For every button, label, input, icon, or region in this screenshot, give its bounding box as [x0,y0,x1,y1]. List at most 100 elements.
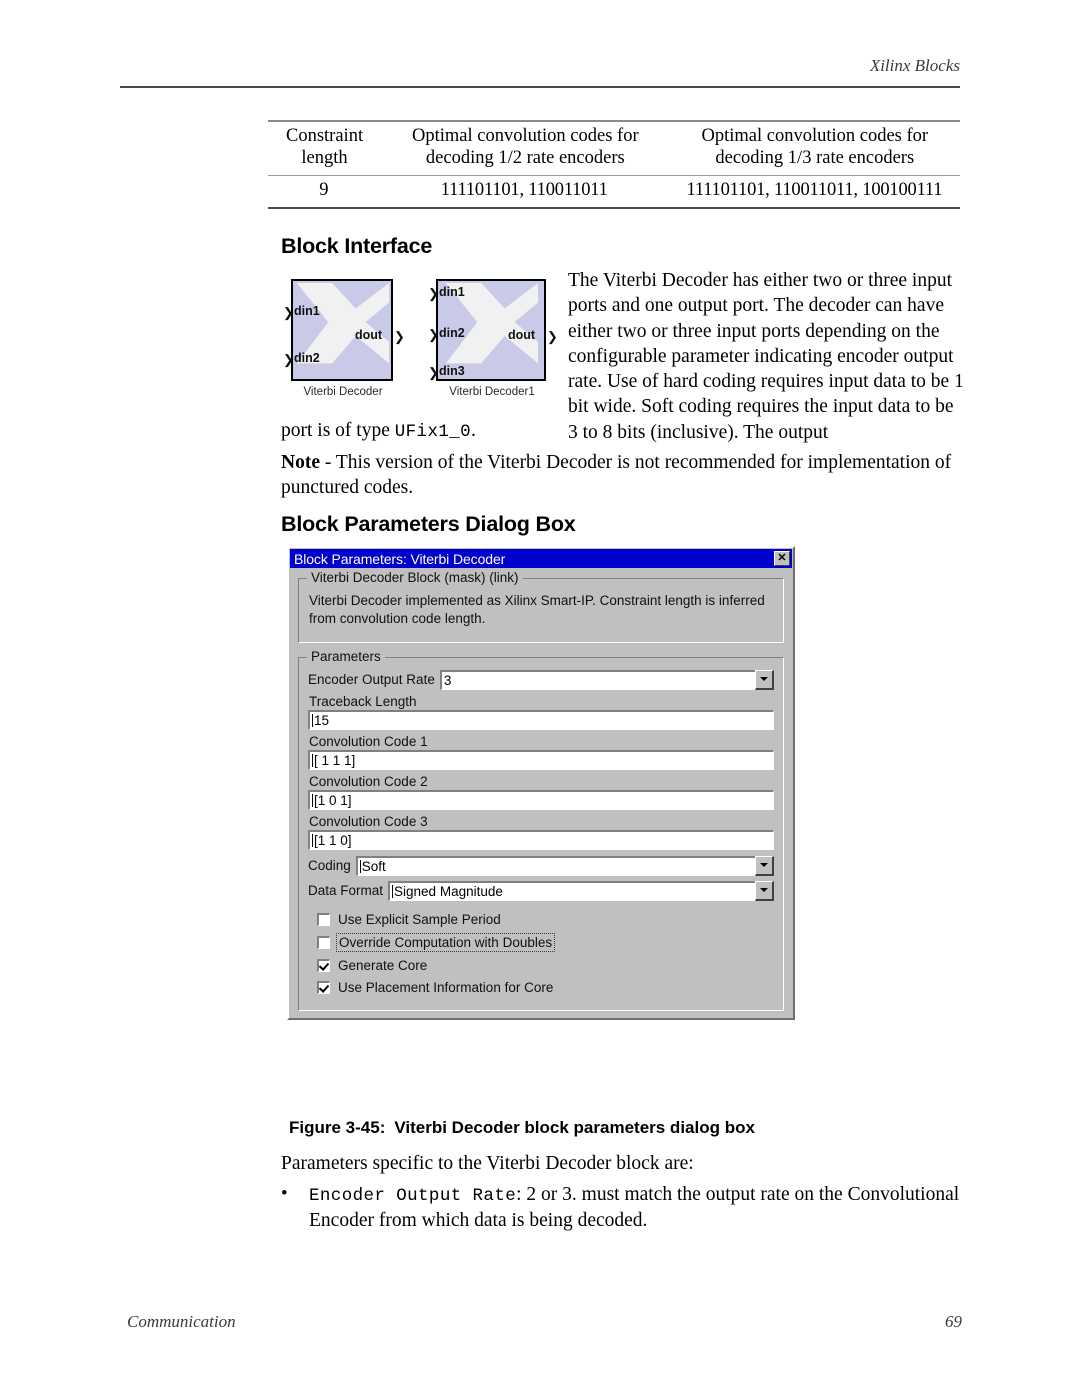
checkbox-label: Override Computation with Doubles [336,932,556,952]
mask-description: Viterbi Decoder implemented as Xilinx Sm… [309,593,765,626]
heading-block-interface: Block Interface [281,234,433,258]
checkbox-label: Use Placement Information for Core [338,979,554,995]
running-head: Xilinx Blocks [869,56,960,75]
table-cell-half-rate-codes: 111101101, 110011011 [440,179,608,200]
coding-combobox[interactable]: Soft [355,855,774,876]
checkbox-label: Generate Core [338,957,428,973]
traceback-length-value: 15 [314,712,330,728]
bullet-icon: • [281,1183,288,1204]
encoder-output-rate-value[interactable]: 3 [439,669,755,690]
output-port-arrow: ❯ [394,329,405,344]
text-caret [312,713,313,727]
label-convolution-code-1: Convolution Code 1 [309,733,428,749]
figure-number: Figure 3-45: [289,1118,386,1137]
table-header-row: Constraint length Optimal convolution co… [268,122,960,175]
port-type-value: UFix1_0 [394,422,472,442]
table-header-cell: Optimal convolution codes for decoding 1… [701,126,929,168]
heading-block-parameters-dialog-box: Block Parameters Dialog Box [281,512,576,536]
encoder-output-rate-combobox[interactable]: 3 [439,669,774,690]
port-label-din1: din1 [294,304,320,318]
convolution-code-1-value: [ 1 1 1] [314,752,356,768]
port-label-din3: din3 [439,364,465,378]
label-coding: Coding [308,858,351,874]
table-header-cell: Optimal convolution codes for decoding 1… [412,126,639,168]
figure-caption: Figure 3-45: Viterbi Decoder block parame… [289,1118,755,1138]
text-caret [312,753,313,767]
block-name-label: Viterbi Decoder1 [449,386,535,398]
output-port-arrow: ❯ [547,329,558,344]
port-type-suffix: . [471,420,476,441]
input-port-arrow: ❯ [428,327,439,342]
note-label: Note [281,452,320,473]
checkbox-icon[interactable] [317,980,330,994]
checkbox-icon[interactable] [317,935,330,949]
checkbox-icon[interactable] [317,912,330,926]
checkbox-override-computation-with-doubles[interactable]: Override Computation with Doubles [317,932,774,952]
mask-group-legend: Viterbi Decoder Block (mask) (link) [307,570,523,585]
block-name-label: Viterbi Decoder [303,386,383,398]
checkbox-use-explicit-sample-period[interactable]: Use Explicit Sample Period [317,911,774,928]
text-caret [392,884,394,898]
convolution-code-2-input[interactable]: [1 0 1] [308,789,774,810]
close-icon[interactable]: ✕ [774,551,790,566]
coding-value[interactable]: Soft [355,855,755,876]
data-format-value[interactable]: Signed Magnitude [388,880,755,901]
dialog-title: Block Parameters: Viterbi Decoder [294,550,506,567]
parameters-intro: Parameters specific to the Viterbi Decod… [281,1153,694,1174]
input-port-arrow: ❯ [428,365,439,380]
table-cell-constraint-length: 9 [319,179,329,200]
label-convolution-code-2: Convolution Code 2 [309,773,428,789]
field-row-coding: Coding Soft [308,855,774,876]
port-label-dout: dout [508,328,536,342]
label-encoder-output-rate: Encoder Output Rate [308,672,435,688]
parameters-group: Parameters Encoder Output Rate 3 Traceba… [298,648,784,1011]
label-data-format: Data Format [308,883,384,899]
input-port-arrow: ❯ [428,286,439,301]
figure-caption-text: Viterbi Decoder block parameters dialog … [394,1118,755,1137]
port-label-din1: din1 [439,285,465,299]
checkbox-label: Use Explicit Sample Period [338,911,501,927]
block-parameters-dialog: Block Parameters: Viterbi Decoder ✕ Vite… [287,546,795,1020]
port-type-line: port is of type UFix1_0. [281,418,971,444]
label-traceback-length: Traceback Length [309,693,417,709]
checkbox-list: Use Explicit Sample Period Override Comp… [308,911,774,996]
convolution-code-2-value: [1 0 1] [314,792,352,808]
convolution-code-1-input[interactable]: [ 1 1 1] [308,749,774,770]
chevron-down-icon[interactable] [755,855,774,876]
dialog-title-bar[interactable]: Block Parameters: Viterbi Decoder ✕ [290,549,792,568]
footer-section-name: Communication [127,1312,236,1331]
table-header-cell: Constraint length [286,126,364,168]
chevron-down-icon[interactable] [755,669,774,690]
checkbox-generate-core[interactable]: Generate Core [317,957,774,974]
label-convolution-code-3: Convolution Code 3 [309,813,428,829]
text-caret [359,859,361,873]
text-caret [312,793,313,807]
data-format-combobox[interactable]: Signed Magnitude [388,880,774,901]
bullet-mono-term: Encoder Output Rate [309,1186,517,1206]
table-rule-bottom [268,207,960,210]
traceback-length-input[interactable]: 15 [308,709,774,730]
text-caret [312,833,313,847]
checkbox-use-placement-information-for-core[interactable]: Use Placement Information for Core [317,979,774,996]
field-row-encoder-output-rate: Encoder Output Rate 3 [308,669,774,690]
convolution-code-3-value: [1 1 0] [314,832,352,848]
parameters-group-legend: Parameters [307,648,385,664]
mask-info-group: Viterbi Decoder Block (mask) (link) Vite… [298,570,784,643]
field-row-data-format: Data Format Signed Magnitude [308,880,774,901]
table-cell-third-rate-codes: 111101101, 110011011, 100100111 [686,179,943,200]
chevron-down-icon[interactable] [755,880,774,901]
table-row: 9 111101101, 110011011 111101101, 110011… [268,176,960,208]
note-paragraph: Note - This version of the Viterbi Decod… [281,450,971,501]
input-port-arrow: ❯ [283,305,294,320]
constraint-codes-table: Constraint length Optimal convolution co… [268,120,960,210]
list-item: • Encoder Output Rate: 2 or 3. must matc… [281,1182,971,1233]
convolution-code-3-input[interactable]: [1 1 0] [308,829,774,850]
checkbox-icon[interactable] [317,958,330,972]
port-label-dout: dout [355,328,383,342]
bullet-text: Encoder Output Rate: 2 or 3. must match … [309,1182,971,1233]
note-text: - This version of the Viterbi Decoder is… [281,452,952,499]
port-type-prefix: port is of type [281,420,395,441]
input-port-arrow: ❯ [283,352,294,367]
footer-page-number: 69 [945,1312,962,1331]
port-label-din2: din2 [294,351,320,365]
